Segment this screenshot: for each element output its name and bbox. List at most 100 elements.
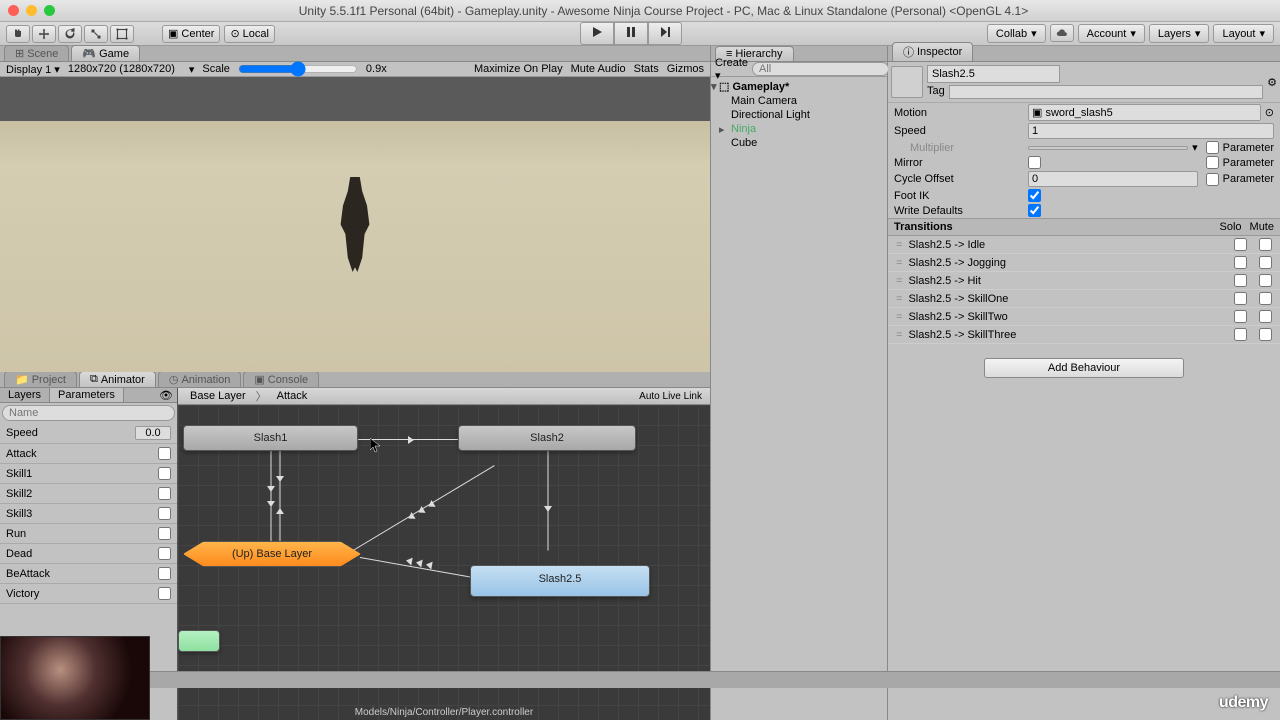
hierarchy-item[interactable]: ▸Ninja (711, 122, 887, 136)
step-button[interactable] (648, 22, 682, 45)
param-row[interactable]: Run (0, 524, 177, 544)
mute-check[interactable] (1259, 328, 1272, 341)
tab-animator[interactable]: ⧉ Animator (79, 371, 156, 387)
solo-check[interactable] (1234, 238, 1247, 251)
mute-check[interactable] (1259, 274, 1272, 287)
param-row[interactable]: Skill1 (0, 464, 177, 484)
parameters-subtab[interactable]: Parameters (50, 388, 124, 402)
cycle-field[interactable] (1028, 171, 1198, 187)
param-value-field[interactable] (135, 426, 171, 440)
scale-slider[interactable] (238, 61, 358, 77)
mute-check[interactable] (1259, 310, 1272, 323)
param-value-check[interactable] (158, 487, 171, 500)
param-value-check[interactable] (158, 587, 171, 600)
maximize-icon[interactable] (44, 5, 55, 16)
account-dropdown[interactable]: Account ▾ (1078, 24, 1145, 43)
cycle-param-check[interactable] (1206, 173, 1219, 186)
param-search-input[interactable] (2, 405, 175, 421)
drag-handle-icon[interactable]: = (896, 239, 902, 251)
layers-subtab[interactable]: Layers (0, 388, 50, 402)
foldout-icon[interactable]: ▸ (719, 123, 725, 136)
tab-console[interactable]: ▣ Console (243, 371, 319, 387)
speed-field[interactable] (1028, 123, 1274, 139)
state-entry[interactable] (178, 630, 220, 652)
state-slash2[interactable]: Slash2 (458, 425, 636, 451)
state-slash1[interactable]: Slash1 (183, 425, 358, 451)
rotate-tool-button[interactable] (58, 25, 82, 43)
resolution-dropdown[interactable]: 1280x720 (1280x720) (68, 63, 175, 75)
rect-tool-button[interactable] (110, 25, 134, 43)
transition-row[interactable]: =Slash2.5 -> SkillOne (888, 290, 1280, 308)
state-up-base-layer[interactable]: (Up) Base Layer (183, 541, 361, 567)
param-value-check[interactable] (158, 527, 171, 540)
layers-dropdown[interactable]: Layers ▾ (1149, 24, 1210, 43)
play-button[interactable] (580, 22, 614, 45)
eye-icon[interactable]: 👁 (155, 388, 177, 402)
param-row[interactable]: Dead (0, 544, 177, 564)
mute-check[interactable] (1259, 292, 1272, 305)
tab-animation[interactable]: ◷ Animation (158, 371, 242, 387)
tab-project[interactable]: 📁 Project (4, 371, 77, 387)
breadcrumb-attack[interactable]: Attack (273, 389, 312, 403)
state-name-field[interactable] (927, 65, 1060, 83)
param-row[interactable]: Skill2 (0, 484, 177, 504)
collab-dropdown[interactable]: Collab ▾ (987, 24, 1046, 43)
param-row[interactable]: Skill3 (0, 504, 177, 524)
minimize-icon[interactable] (26, 5, 37, 16)
transition-row[interactable]: =Slash2.5 -> SkillTwo (888, 308, 1280, 326)
pivot-toggle[interactable]: ▣ Center (162, 25, 220, 43)
gizmos-toggle[interactable]: Gizmos (667, 63, 704, 75)
solo-check[interactable] (1234, 328, 1247, 341)
hierarchy-item[interactable]: Main Camera (711, 94, 887, 108)
hierarchy-item[interactable]: Directional Light (711, 108, 887, 122)
drag-handle-icon[interactable]: = (896, 293, 902, 305)
writedef-check[interactable] (1028, 204, 1041, 217)
auto-live-link[interactable]: Auto Live Link (639, 391, 702, 402)
solo-check[interactable] (1234, 292, 1247, 305)
maximize-toggle[interactable]: Maximize On Play (474, 63, 563, 75)
drag-handle-icon[interactable]: = (896, 329, 902, 341)
transition-row[interactable]: =Slash2.5 -> Idle (888, 236, 1280, 254)
param-row[interactable]: Speed (0, 423, 177, 444)
scale-tool-button[interactable] (84, 25, 108, 43)
solo-check[interactable] (1234, 310, 1247, 323)
tag-field[interactable] (949, 85, 1263, 99)
drag-handle-icon[interactable]: = (896, 275, 902, 287)
state-icon[interactable] (891, 66, 923, 98)
close-icon[interactable] (8, 5, 19, 16)
param-value-check[interactable] (158, 567, 171, 580)
mute-check[interactable] (1259, 238, 1272, 251)
foldout-icon[interactable]: ▾ (711, 80, 717, 93)
drag-handle-icon[interactable]: = (896, 257, 902, 269)
hierarchy-item[interactable]: Cube (711, 136, 887, 150)
param-row[interactable]: Victory (0, 584, 177, 604)
hierarchy-search[interactable] (752, 62, 889, 76)
transition-row[interactable]: =Slash2.5 -> Hit (888, 272, 1280, 290)
hand-tool-button[interactable] (6, 25, 30, 43)
solo-check[interactable] (1234, 256, 1247, 269)
hierarchy-root[interactable]: ▾⬚ Gameplay* (711, 79, 887, 94)
layout-dropdown[interactable]: Layout ▾ (1213, 24, 1274, 43)
state-slash25[interactable]: Slash2.5 (470, 565, 650, 597)
breadcrumb-base[interactable]: Base Layer (186, 389, 250, 403)
add-behaviour-button[interactable]: Add Behaviour (984, 358, 1184, 378)
transition-row[interactable]: =Slash2.5 -> SkillThree (888, 326, 1280, 344)
multiplier-param-check[interactable] (1206, 141, 1219, 154)
space-toggle[interactable]: ⊙ Local (224, 25, 275, 43)
pause-button[interactable] (614, 22, 648, 45)
stats-toggle[interactable]: Stats (634, 63, 659, 75)
transition-row[interactable]: =Slash2.5 -> Jogging (888, 254, 1280, 272)
gear-icon[interactable]: ⚙ (1267, 76, 1277, 89)
tab-scene[interactable]: ⊞ Scene (4, 45, 69, 61)
tab-game[interactable]: 🎮 Game (71, 45, 140, 61)
solo-check[interactable] (1234, 274, 1247, 287)
param-row[interactable]: BeAttack (0, 564, 177, 584)
footik-check[interactable] (1028, 189, 1041, 202)
drag-handle-icon[interactable]: = (896, 311, 902, 323)
object-picker-icon[interactable]: ⊙ (1265, 106, 1274, 119)
mirror-check[interactable] (1028, 156, 1041, 169)
param-value-check[interactable] (158, 547, 171, 560)
tab-inspector[interactable]: ⓘ Inspector (892, 42, 973, 61)
param-row[interactable]: Attack (0, 444, 177, 464)
param-value-check[interactable] (158, 467, 171, 480)
